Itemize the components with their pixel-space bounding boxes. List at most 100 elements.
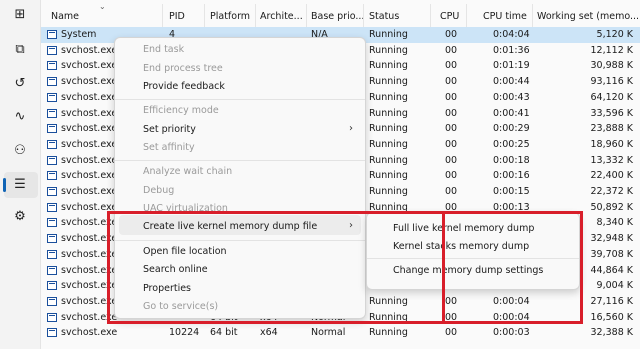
app-history-icon[interactable]: ↺ (11, 75, 29, 93)
col-base-priority[interactable]: Base prio... (311, 11, 364, 22)
table-cell-cpu: 00 (445, 44, 458, 56)
table-cell-working-set: 13,332 K (590, 154, 634, 166)
process-icon (47, 171, 57, 181)
col-architecture[interactable]: Archite... (260, 11, 303, 22)
table-cell-cpu-time: 0:00:15 (493, 186, 530, 197)
processes-icon[interactable]: ⊞ (11, 6, 29, 24)
table-cell-name: svchost.exe (61, 138, 118, 150)
table-cell-name: svchost.exe (61, 186, 118, 197)
col-working-set[interactable]: Working set (memo... (537, 11, 639, 22)
table-row[interactable]: svchost.exe 10224 64 bit x64 Normal Running 00… (41, 325, 640, 341)
menu-end-process-tree[interactable]: End process tree (143, 63, 223, 74)
table-cell-status: Running (369, 76, 408, 88)
table-cell-working-set: 32,388 K (590, 327, 634, 339)
process-icon (47, 61, 57, 71)
table-cell-cpu: 00 (445, 76, 458, 88)
table-cell-name: svchost.exe (61, 123, 118, 135)
table-cell-cpu-time: 0:00:18 (493, 154, 530, 166)
menu-provide-feedback[interactable]: Provide feedback (143, 81, 225, 92)
users-icon[interactable]: ⚇ (11, 142, 29, 160)
process-icon (47, 45, 57, 55)
process-icon (47, 202, 57, 212)
table-cell-name: System (61, 29, 97, 40)
table-cell-cpu-time: 0:00:44 (493, 76, 530, 88)
menu-uac-virtualization[interactable]: UAC virtualization (143, 203, 228, 211)
table-cell-name: svchost.exe (61, 76, 118, 88)
process-icon (47, 77, 57, 87)
process-icon (47, 108, 57, 118)
col-platform[interactable]: Platform (210, 11, 250, 22)
process-icon (47, 312, 57, 322)
table-cell-working-set: 39,708 K (590, 248, 634, 260)
startup-apps-icon[interactable]: ∿ (11, 108, 29, 126)
services-icon[interactable]: ⚙ (11, 208, 29, 226)
table-cell-cpu: 00 (445, 60, 458, 72)
table-cell-working-set: 32,948 K (590, 233, 634, 245)
menu-end-task[interactable]: End task (143, 44, 184, 55)
sort-chevron-icon: ⌄ (99, 2, 106, 11)
table-cell-cpu: 00 (445, 327, 458, 339)
table-cell-status: Running (369, 154, 408, 166)
table-cell-name: svchost.exe (61, 91, 118, 103)
table-cell-name: svchost.exe (61, 170, 118, 182)
col-name[interactable]: Name (51, 11, 79, 22)
table-cell-working-set: 5,120 K (596, 29, 633, 40)
table-cell-cpu: 00 (445, 91, 458, 103)
details-icon[interactable]: ☰ (11, 176, 29, 194)
table-cell-cpu: 00 (445, 138, 458, 150)
menu-set-priority[interactable]: Set priority (143, 124, 196, 135)
menu-divider (115, 160, 365, 161)
process-icon (47, 249, 57, 259)
table-cell-cpu: 00 (445, 29, 458, 40)
table-cell-cpu: 00 (445, 170, 458, 182)
annotation-highlight-box-right (441, 211, 583, 324)
process-icon (47, 92, 57, 102)
table-cell-name: svchost.exe (61, 60, 118, 72)
menu-set-affinity[interactable]: Set affinity (143, 142, 195, 153)
process-icon (47, 265, 57, 275)
table-cell-status: Running (369, 170, 408, 182)
process-icon (47, 234, 57, 244)
col-status[interactable]: Status (369, 11, 399, 22)
table-cell-status: Running (369, 327, 408, 339)
col-cpu-time[interactable]: CPU time (483, 11, 527, 22)
table-cell-working-set: 18,960 K (590, 138, 634, 150)
navigation-rail: ⊞ ⧉ ↺ ∿ ⚇ ☰ ⚙ (0, 0, 40, 349)
table-cell-status: Running (369, 91, 408, 103)
table-cell-cpu: 00 (445, 154, 458, 166)
table-cell-status: Running (369, 29, 408, 40)
table-cell-cpu-time: 0:01:19 (493, 60, 530, 72)
table-cell-cpu-time: 0:00:43 (493, 91, 530, 103)
menu-efficiency-mode[interactable]: Efficiency mode (143, 105, 219, 116)
table-cell-status: Running (369, 44, 408, 56)
process-icon (47, 218, 57, 228)
table-cell-working-set: 44,864 K (590, 264, 634, 276)
submenu-arrow-icon: › (349, 123, 353, 134)
process-icon (47, 124, 57, 134)
col-cpu[interactable]: CPU (440, 11, 459, 22)
annotation-highlight-box (107, 211, 445, 324)
table-cell-platform: 64 bit (210, 327, 238, 339)
table-cell-working-set: 27,116 K (590, 295, 634, 307)
table-cell-cpu-time: 0:00:16 (493, 170, 530, 182)
process-icon (47, 155, 57, 165)
col-pid[interactable]: PID (169, 11, 185, 22)
menu-debug[interactable]: Debug (143, 185, 174, 196)
table-cell-name: svchost.exe (61, 327, 118, 339)
table-cell-working-set: 22,372 K (590, 186, 634, 197)
table-cell-status: Running (369, 123, 408, 135)
table-cell-status: Running (369, 107, 408, 119)
table-cell-working-set: 93,116 K (590, 76, 634, 88)
table-cell-working-set: 9,004 K (596, 280, 633, 292)
table-cell-cpu-time: 0:00:25 (493, 138, 530, 150)
table-cell-name: svchost.exe (61, 44, 118, 56)
menu-divider (115, 99, 365, 100)
table-cell-cpu: 00 (445, 107, 458, 119)
process-icon (47, 187, 57, 196)
menu-analyze-wait-chain[interactable]: Analyze wait chain (143, 166, 232, 177)
table-cell-status: Running (369, 138, 408, 150)
table-cell-status: Running (369, 60, 408, 72)
table-cell-working-set: 33,596 K (590, 107, 634, 119)
nav-selection-indicator (3, 178, 6, 192)
performance-icon[interactable]: ⧉ (11, 41, 29, 59)
